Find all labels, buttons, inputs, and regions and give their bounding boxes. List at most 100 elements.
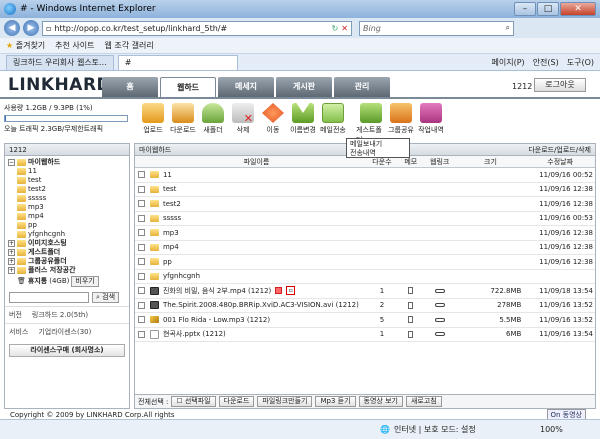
row-checkbox[interactable] bbox=[138, 200, 145, 208]
row-checkbox[interactable] bbox=[138, 171, 145, 179]
back-button[interactable]: ◀ bbox=[4, 20, 20, 36]
forward-button[interactable]: ▶ bbox=[23, 20, 39, 36]
row-checkbox[interactable] bbox=[138, 258, 145, 266]
maximize-button[interactable]: □ bbox=[537, 2, 559, 16]
row-checkbox[interactable] bbox=[138, 185, 145, 193]
search-input[interactable]: Bing ⌕ bbox=[359, 20, 514, 36]
table-row[interactable]: mp3 11/09/16 12:38 bbox=[135, 226, 595, 241]
tools-menu[interactable]: 도구(O) bbox=[567, 57, 594, 68]
file-name[interactable]: 진화의 비밀, 음식 2부.mp4 (1212) bbox=[163, 286, 271, 296]
page-menu[interactable]: 페이지(P) bbox=[492, 57, 525, 68]
table-row[interactable]: mp4 11/09/16 12:38 bbox=[135, 241, 595, 255]
refresh-icon[interactable]: ↻ bbox=[332, 24, 339, 33]
logout-button[interactable]: 로그아웃 bbox=[534, 78, 586, 92]
row-checkbox[interactable] bbox=[138, 330, 145, 338]
table-row[interactable]: pp 11/09/16 12:38 bbox=[135, 255, 595, 270]
file-name[interactable]: yfgnhcgnh bbox=[163, 272, 200, 280]
file-name[interactable]: 현곡사.pptx (1212) bbox=[163, 329, 226, 339]
tree-folder[interactable]: test2 bbox=[8, 185, 126, 194]
make-link-button[interactable]: 파일링크만들기 bbox=[257, 396, 313, 407]
table-row[interactable]: 11 11/09/16 00:52 bbox=[135, 168, 595, 183]
tree-folder[interactable]: pp bbox=[8, 221, 126, 230]
tree-folder[interactable]: sssss bbox=[8, 194, 126, 203]
table-row[interactable]: 001 Flo Rida - Low.mp3 (1212) 5 5.5MB 11/09… bbox=[135, 313, 595, 328]
select-file-checkbox[interactable]: ☐ 선택파일 bbox=[171, 396, 216, 407]
nav-board[interactable]: 게시판 bbox=[276, 77, 332, 97]
weblink-icon[interactable] bbox=[434, 288, 445, 293]
refresh-button[interactable]: 새로고침 bbox=[405, 396, 442, 407]
col-name[interactable]: 파일이름 bbox=[147, 156, 366, 167]
memo-icon[interactable] bbox=[408, 330, 414, 338]
preview-icon[interactable]: ▫ bbox=[286, 286, 296, 296]
nav-admin[interactable]: 관리 bbox=[334, 77, 390, 97]
file-name[interactable]: 001 Flo Rida - Low.mp3 (1212) bbox=[163, 316, 270, 324]
row-checkbox[interactable] bbox=[138, 214, 145, 222]
file-name[interactable]: The.Spirit.2008.480p.BRRip.XviD.AC3-VISI… bbox=[163, 301, 359, 309]
row-checkbox[interactable] bbox=[138, 316, 145, 324]
safety-menu[interactable]: 안전(S) bbox=[533, 57, 559, 68]
toolbar-mail-button[interactable]: 메일전송 bbox=[318, 101, 348, 135]
table-row[interactable]: 진화의 비밀, 음식 2부.mp4 (1212) ▫ 1 722.8MB 11/09/1… bbox=[135, 284, 595, 299]
file-name[interactable]: mp3 bbox=[163, 229, 179, 237]
suggested-sites-button[interactable]: 추천 사이트 bbox=[55, 40, 94, 51]
tree-folder[interactable]: 11 bbox=[8, 167, 126, 176]
empty-trash-button[interactable]: 비우기 bbox=[71, 275, 99, 287]
tab-current[interactable]: # bbox=[117, 54, 238, 70]
search-icon[interactable]: ⌕ bbox=[506, 23, 513, 33]
tree-image-hosting[interactable]: + 이미지호스팅 bbox=[8, 239, 126, 248]
video-play-button[interactable]: 동영상 보기 bbox=[358, 396, 403, 407]
zoom-level[interactable]: 100% bbox=[540, 425, 563, 434]
path-actions[interactable]: 다운로드/업로드/삭제 bbox=[528, 144, 591, 155]
favorites-button[interactable]: ★ 즐겨찾기 bbox=[6, 40, 45, 51]
file-name[interactable]: 11 bbox=[163, 171, 172, 179]
toolbar-group-share-button[interactable]: 그룹공유 bbox=[386, 101, 416, 135]
nav-home[interactable]: 홈 bbox=[102, 77, 158, 97]
expand-icon[interactable]: + bbox=[8, 240, 15, 247]
col-size[interactable]: 크기 bbox=[456, 156, 526, 167]
toolbar-history-button[interactable]: 작업내역 bbox=[416, 101, 446, 135]
weblink-icon[interactable] bbox=[434, 303, 445, 308]
tree-root[interactable]: − 마이웹하드 bbox=[8, 158, 126, 167]
nav-message[interactable]: 메세지 bbox=[218, 77, 274, 97]
close-button[interactable]: ✕ bbox=[560, 2, 596, 16]
table-row[interactable]: sssss 11/09/16 00:53 bbox=[135, 212, 595, 226]
weblink-icon[interactable] bbox=[434, 332, 445, 337]
file-name[interactable]: pp bbox=[163, 258, 172, 266]
tree-guest-folder[interactable]: + 게스트폴더 bbox=[8, 248, 126, 257]
toolbar-move-button[interactable]: 이동 bbox=[258, 101, 288, 135]
memo-icon[interactable] bbox=[408, 316, 414, 324]
col-date[interactable]: 수정날짜 bbox=[525, 156, 595, 167]
expand-icon[interactable]: + bbox=[8, 258, 15, 265]
tree-plus-storage[interactable]: + 플러스 저장공간 bbox=[8, 266, 126, 275]
stop-icon[interactable]: ✕ bbox=[341, 24, 348, 33]
nav-webhard[interactable]: 웹하드 bbox=[160, 77, 216, 97]
table-row[interactable]: test 11/09/16 12:38 bbox=[135, 183, 595, 197]
license-buy-button[interactable]: 라이센스구매 (회사명소) bbox=[9, 344, 125, 357]
expand-icon[interactable]: + bbox=[8, 267, 15, 274]
search-input[interactable] bbox=[9, 292, 89, 303]
toolbar-new-folder-button[interactable]: 새폴더 bbox=[198, 101, 228, 135]
toolbar-upload-button[interactable]: 업로드 bbox=[138, 101, 168, 135]
file-name[interactable]: test bbox=[163, 185, 176, 193]
row-checkbox[interactable] bbox=[138, 272, 145, 280]
mp3-play-button[interactable]: Mp3 듣기 bbox=[315, 396, 356, 407]
minimize-button[interactable]: – bbox=[514, 2, 536, 16]
toolbar-download-button[interactable]: 다운로드 bbox=[168, 101, 198, 135]
memo-icon[interactable] bbox=[408, 301, 414, 309]
table-row[interactable]: 현곡사.pptx (1212) 1 6MB 11/09/16 13:54 bbox=[135, 328, 595, 342]
table-row[interactable]: yfgnhcgnh bbox=[135, 270, 595, 284]
tab-linkhard[interactable]: 링크하드 우리회사 웹스토... bbox=[6, 54, 114, 70]
row-checkbox[interactable] bbox=[138, 301, 145, 309]
tree-trash[interactable]: 🗑 휴지통 (4GB) 비우기 bbox=[8, 275, 126, 287]
expand-icon[interactable]: + bbox=[8, 249, 15, 256]
table-row[interactable]: The.Spirit.2008.480p.BRRip.XviD.AC3-VISI… bbox=[135, 299, 595, 313]
file-name[interactable]: mp4 bbox=[163, 243, 179, 251]
table-row[interactable]: test2 11/09/16 12:38 bbox=[135, 197, 595, 212]
search-button[interactable]: ⌕ 검색 bbox=[92, 292, 120, 303]
row-checkbox[interactable] bbox=[138, 287, 145, 295]
row-checkbox[interactable] bbox=[138, 243, 145, 251]
tree-folder[interactable]: mp3 bbox=[8, 203, 126, 212]
url-field[interactable]: ▫ http://opop.co.kr/test_setup/linkhard_… bbox=[42, 20, 352, 36]
file-name[interactable]: sssss bbox=[163, 214, 181, 222]
tree-group-folder[interactable]: + 그룹공유폴더 bbox=[8, 257, 126, 266]
